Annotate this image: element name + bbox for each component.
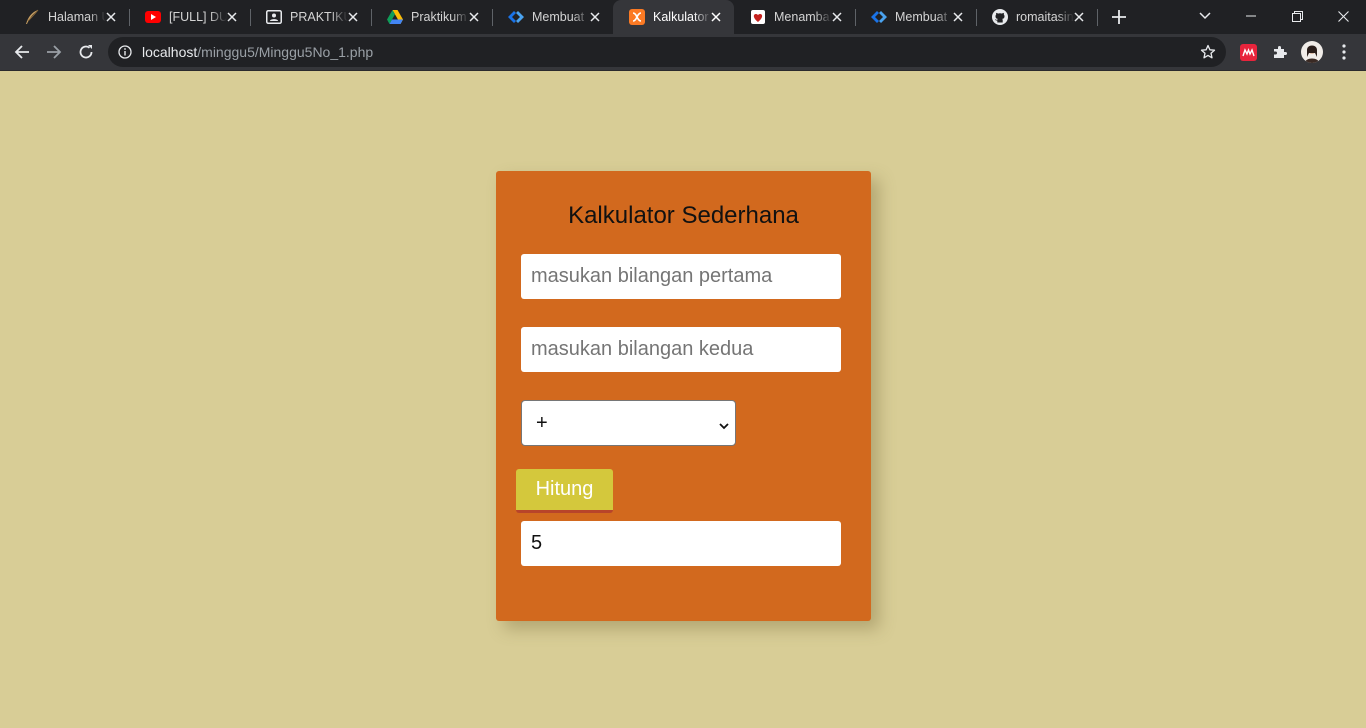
second-number-input[interactable] <box>521 327 841 372</box>
close-window-icon[interactable] <box>1320 0 1366 32</box>
tab-0-close-icon[interactable] <box>103 9 119 25</box>
operator-select[interactable]: + <box>521 400 736 446</box>
code-icon <box>871 9 887 25</box>
tab-0[interactable]: Halaman Utama <box>8 0 129 34</box>
heart-icon <box>750 9 766 25</box>
tab-6-close-icon[interactable] <box>829 9 845 25</box>
feather-icon <box>24 9 40 25</box>
site-info-icon[interactable] <box>117 44 133 60</box>
tab-7[interactable]: Membuat <box>855 0 976 34</box>
tab-4[interactable]: Membuat <box>492 0 613 34</box>
tab-5-title: Kalkulator <box>653 10 709 24</box>
url-host: localhost <box>142 44 198 60</box>
profile-avatar[interactable] <box>1300 40 1324 64</box>
tab-2-close-icon[interactable] <box>345 9 361 25</box>
youtube-icon <box>145 9 161 25</box>
hitung-button[interactable]: Hitung <box>516 469 613 513</box>
back-arrow-icon[interactable] <box>10 40 34 64</box>
tab-5-close-icon[interactable] <box>708 9 724 25</box>
tab-8-close-icon[interactable] <box>1071 9 1087 25</box>
classroom-icon <box>266 9 282 25</box>
reload-icon[interactable] <box>74 40 98 64</box>
tab-3-close-icon[interactable] <box>466 9 482 25</box>
tab-7-title: Membuat <box>895 10 948 24</box>
page-title: Kalkulator Sederhana <box>568 202 799 229</box>
tab-2[interactable]: PRAKTIKUM <box>250 0 371 34</box>
tab-6[interactable]: Menambah <box>734 0 855 34</box>
address-bar[interactable]: localhost/minggu5/Minggu5No_1.php <box>108 37 1226 67</box>
new-tab-plus-icon[interactable] <box>1109 7 1129 27</box>
tab-6-title: Menambah <box>774 10 832 24</box>
tab-4-close-icon[interactable] <box>587 9 603 25</box>
tab-7-close-icon[interactable] <box>950 9 966 25</box>
google-drive-icon <box>387 9 403 25</box>
browser-toolbar: localhost/minggu5/Minggu5No_1.php <box>0 34 1366 71</box>
url-path: /minggu5/Minggu5No_1.php <box>197 44 374 60</box>
tab-1-title: [FULL] DUBBING <box>169 10 227 24</box>
minimize-icon[interactable] <box>1228 0 1274 32</box>
restore-icon[interactable] <box>1274 0 1320 32</box>
chevron-down-icon <box>719 418 729 430</box>
tab-8-title: romaitasin <box>1016 10 1074 24</box>
tab-4-title: Membuat <box>532 10 585 24</box>
bookmark-star-icon[interactable] <box>1200 44 1216 60</box>
tab-search-chevron-down-icon[interactable] <box>1182 0 1228 32</box>
calculator-card: Kalkulator Sederhana + Hitung 5 <box>496 171 871 621</box>
operator-selected-value: + <box>536 412 548 434</box>
result-field[interactable]: 5 <box>521 521 841 566</box>
code-icon <box>508 9 524 25</box>
tab-2-title: PRAKTIKUM <box>290 10 348 24</box>
tab-0-title: Halaman Utama <box>48 10 106 24</box>
github-icon <box>992 9 1008 25</box>
forward-arrow-icon[interactable] <box>42 40 66 64</box>
tab-3[interactable]: Praktikum <box>371 0 492 34</box>
tab-5[interactable]: Kalkulator <box>613 0 734 34</box>
extension-icon[interactable] <box>1236 40 1260 64</box>
tab-separator <box>1097 9 1098 26</box>
menu-kebab-icon[interactable] <box>1332 40 1356 64</box>
xampp-icon <box>629 9 645 25</box>
extensions-puzzle-icon[interactable] <box>1268 40 1292 64</box>
tab-1-close-icon[interactable] <box>224 9 240 25</box>
tab-8[interactable]: romaitasin <box>976 0 1097 34</box>
url-text[interactable]: localhost/minggu5/Minggu5No_1.php <box>142 44 373 60</box>
tab-strip: Halaman Utama [FULL] DUBBING PRAKTIKUM P… <box>0 0 1366 34</box>
tab-3-title: Praktikum <box>411 10 467 24</box>
tab-1[interactable]: [FULL] DUBBING <box>129 0 250 34</box>
first-number-input[interactable] <box>521 254 841 299</box>
